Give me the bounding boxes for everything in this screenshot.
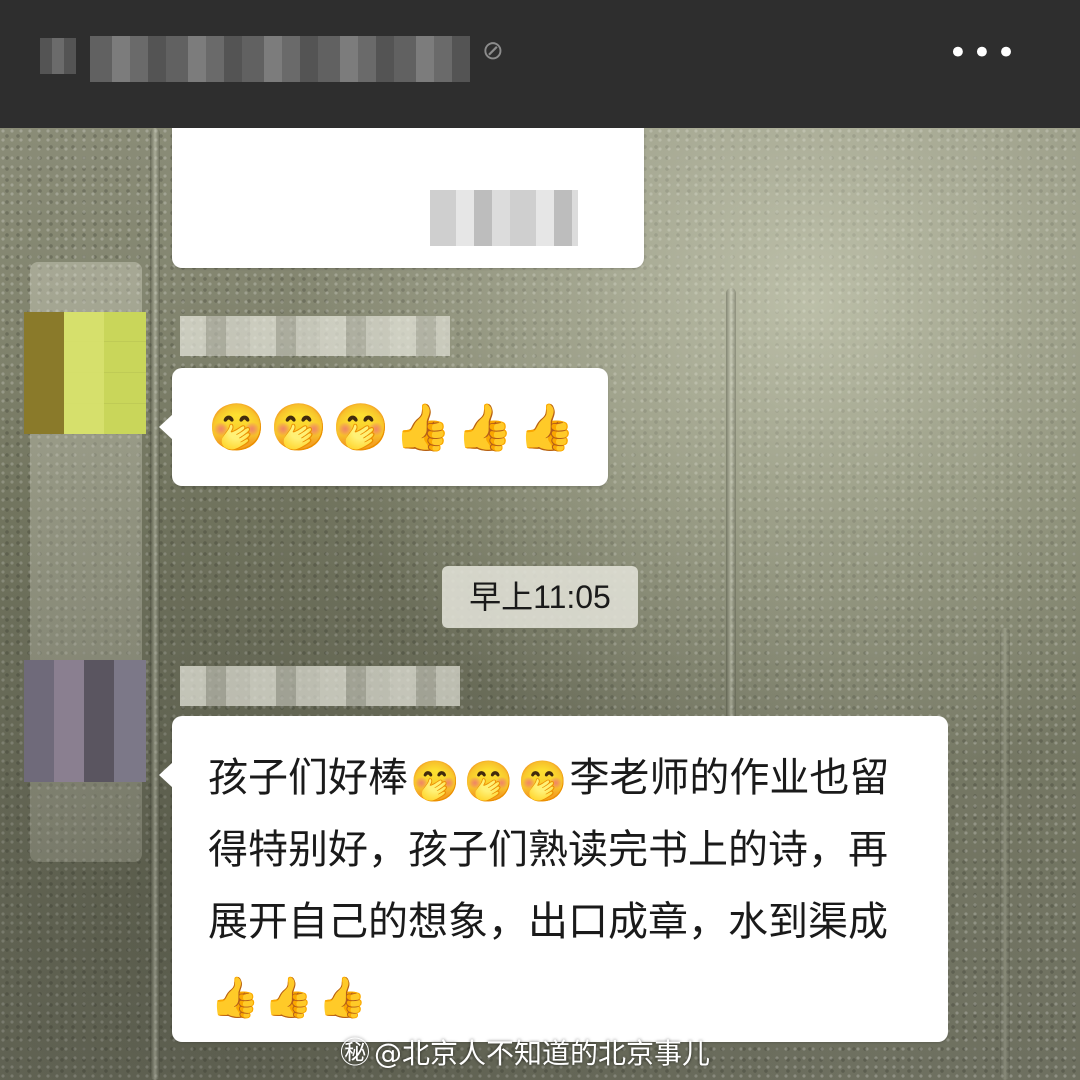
thumbs-up-emoji: 👍: [263, 975, 314, 1021]
water-drip: [150, 128, 160, 1080]
message-bubble-redacted[interactable]: [172, 128, 644, 268]
sender-name-redacted: [180, 316, 450, 356]
back-arrow-icon[interactable]: [40, 38, 76, 74]
watermark-text: @北京人不知道的北京事儿: [374, 1037, 711, 1070]
chat-title-redacted: [90, 36, 470, 82]
emoji-row: 🤭 🤭 🤭 👍 👍 👍: [208, 400, 580, 454]
avatar[interactable]: [24, 660, 146, 782]
avatar[interactable]: [24, 312, 146, 434]
shy-face-emoji: 🤭: [208, 400, 266, 454]
thumbs-up-emoji: 👍: [210, 975, 260, 1021]
message-bubble-emoji[interactable]: 🤭 🤭 🤭 👍 👍 👍: [159, 368, 608, 486]
shy-face-emoji: 🤭: [463, 759, 514, 805]
mute-icon: ⊘: [482, 36, 504, 66]
thumbs-up-emoji: 👍: [317, 975, 368, 1021]
more-dots-icon[interactable]: •••: [948, 36, 1020, 70]
weibo-watermark: ㊙ @北京人不知道的北京事儿: [340, 1032, 710, 1076]
shy-face-emoji: 🤭: [332, 400, 390, 454]
water-drip: [1000, 628, 1010, 1080]
message-text: 孩子们好棒🤭 🤭 🤭李老师的作业也留得特别好，孩子们熟读完书上的诗，再展开自己的想象…: [208, 755, 890, 1021]
sender-name-redacted: [180, 666, 460, 706]
message-timestamp: 早上11:05: [442, 566, 638, 628]
shy-face-emoji: 🤭: [410, 759, 460, 805]
message-bubble-text[interactable]: 孩子们好棒🤭 🤭 🤭李老师的作业也留得特别好，孩子们熟读完书上的诗，再展开自己的想象…: [159, 716, 948, 1042]
thumbs-up-emoji: 👍: [394, 400, 452, 454]
shy-face-emoji: 🤭: [270, 400, 328, 454]
shy-face-emoji: 🤭: [517, 759, 568, 805]
weibo-icon: ㊙: [340, 1036, 370, 1071]
chat-header: ⊘ •••: [0, 0, 1080, 128]
thumbs-up-emoji: 👍: [518, 400, 576, 454]
redacted-text: [430, 190, 578, 246]
thumbs-up-emoji: 👍: [456, 400, 514, 454]
